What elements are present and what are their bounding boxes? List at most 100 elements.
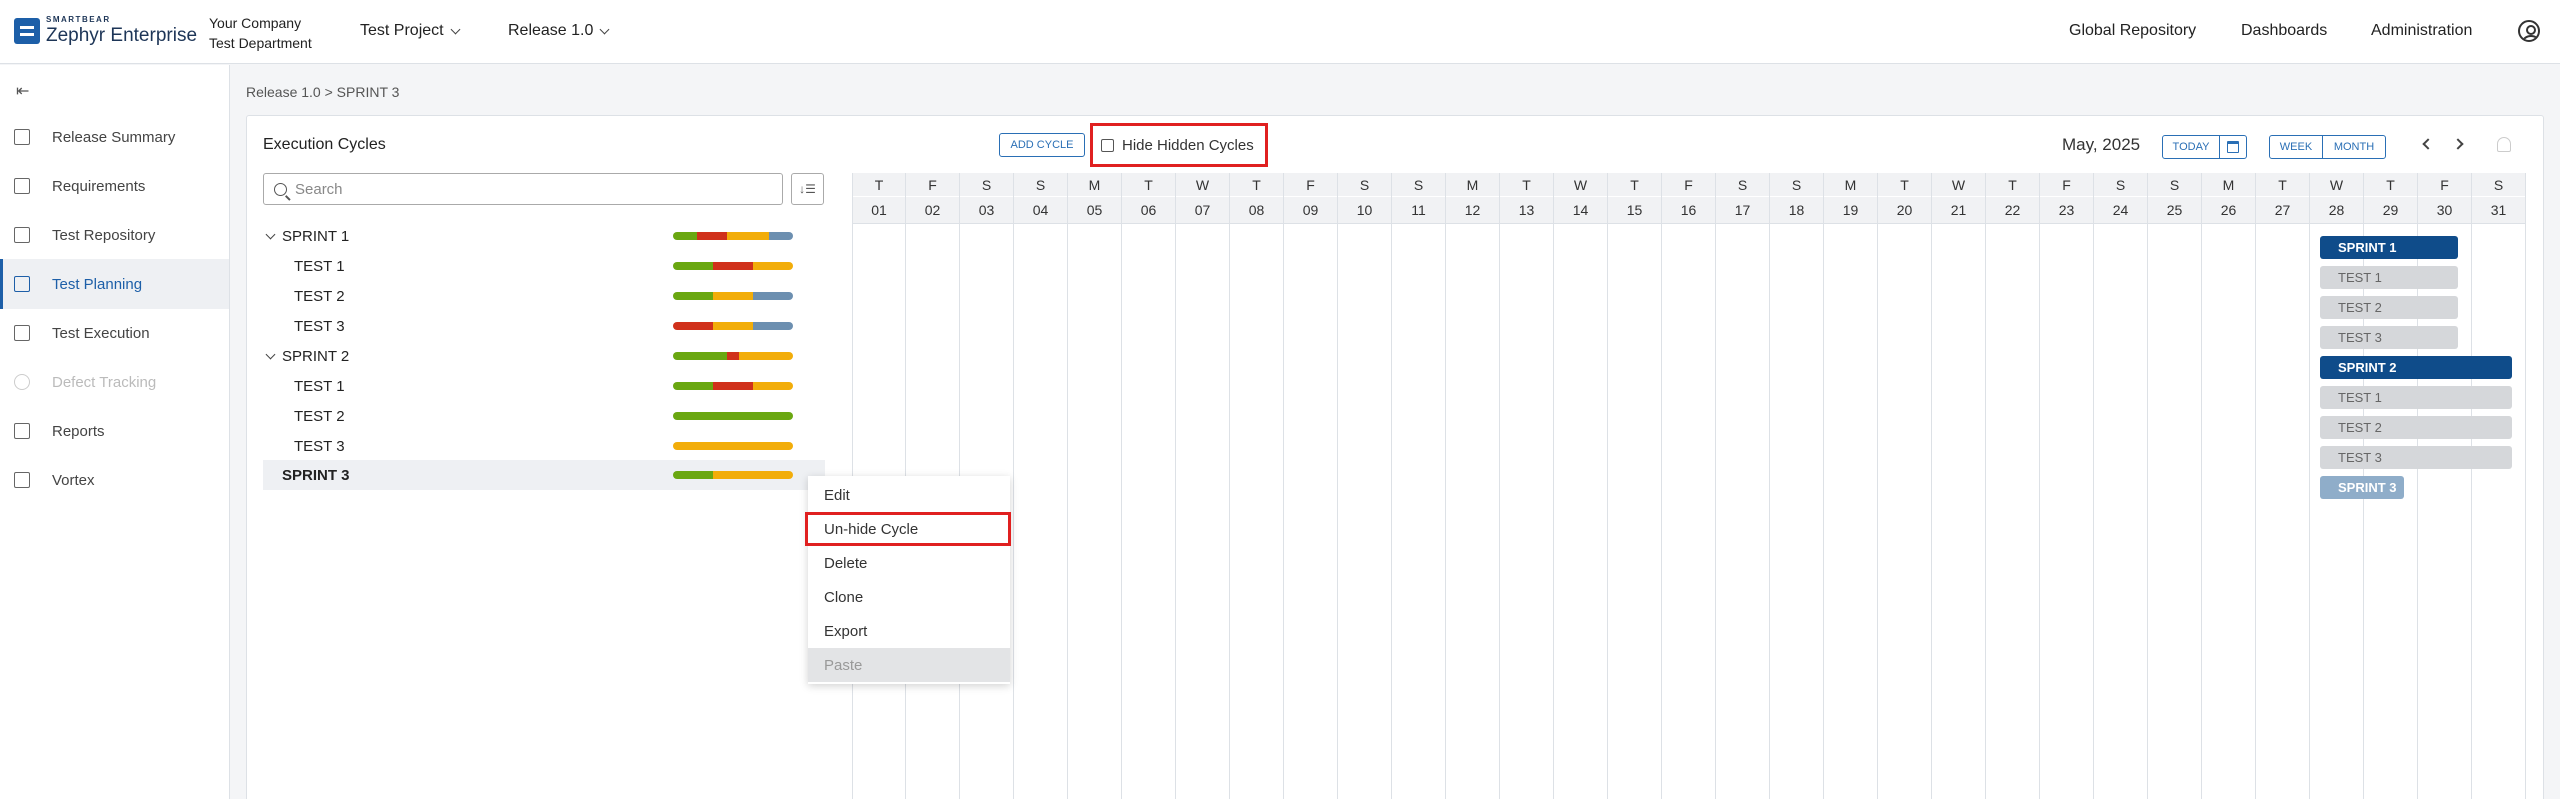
calendar-bar-test[interactable]: TEST 2 [2320,296,2458,319]
calendar-bar-sprint-h[interactable]: SPRINT 3 [2320,476,2404,499]
progress-segment-yellow [753,382,793,390]
week-view-button[interactable]: WEEK [2269,135,2323,159]
phase-row[interactable]: TEST 1 [263,371,825,401]
add-cycle-button[interactable]: ADD CYCLE [999,133,1085,157]
calendar-bar-test[interactable]: TEST 3 [2320,326,2458,349]
chevron-down-icon[interactable] [265,349,276,359]
phase-row[interactable]: TEST 3 [263,431,825,461]
progress-segment-blue [753,292,793,300]
calendar-bar-sprint[interactable]: SPRINT 1 [2320,236,2458,259]
calendar-day-column: W 21 [1932,173,1986,799]
calendar-day-column: W 07 [1176,173,1230,799]
day-of-week: M [2202,173,2255,197]
collapse-sidebar-icon[interactable]: ⇤ [16,81,29,101]
progress-bar [673,471,793,479]
calendar-day-column: F 23 [2040,173,2094,799]
day-of-week: T [1122,173,1175,197]
breadcrumb: Release 1.0 > SPRINT 3 [246,84,400,100]
brand-main: Zephyr Enterprise [46,25,198,46]
tree-row-label: TEST 2 [294,407,345,425]
day-of-week: F [2418,173,2471,197]
context-menu-un-hide-cycle[interactable]: Un-hide Cycle [805,512,1011,546]
sidebar-item-requirements[interactable]: Requirements [0,161,229,211]
cycle-row[interactable]: SPRINT 2 [263,341,825,371]
search-input[interactable] [295,180,765,198]
sidebar-item-test-repository[interactable]: Test Repository [0,210,229,260]
hide-hidden-checkbox[interactable] [1101,138,1114,152]
day-of-week: M [1068,173,1121,197]
day-date: 11 [1392,197,1445,224]
sidebar-item-label: Reports [52,422,105,440]
sidebar-item-release-summary[interactable]: Release Summary [0,112,229,162]
sidebar-item-reports[interactable]: Reports [0,406,229,456]
day-of-week: T [1500,173,1553,197]
nav-administration[interactable]: Administration [2371,22,2472,40]
day-date: 22 [1986,197,2039,224]
day-of-week: S [1392,173,1445,197]
chevron-down-icon[interactable] [265,229,276,239]
sort-icon: ↓☰ [799,182,816,196]
department-name: Test Department [209,35,312,51]
sidebar-item-label: Requirements [52,177,146,195]
day-date: 16 [1662,197,1715,224]
progress-segment-red [727,352,739,360]
day-of-week: F [906,173,959,197]
sidebar-item-test-planning[interactable]: Test Planning [0,259,229,309]
nav-global-repository[interactable]: Global Repository [2069,22,2196,40]
month-view-button[interactable]: MONTH [2322,135,2386,159]
release-dropdown[interactable]: Release 1.0 [508,22,610,40]
day-date: 07 [1176,197,1229,224]
sidebar-item-vortex[interactable]: Vortex [0,455,229,505]
sidebar-item-test-execution[interactable]: Test Execution [0,308,229,358]
folder-icon [14,227,30,243]
nav-dashboards[interactable]: Dashboards [2241,22,2327,40]
sidebar-item-label: Release Summary [52,128,176,146]
search-box[interactable] [263,173,783,205]
day-date: 15 [1608,197,1661,224]
day-of-week: S [1014,173,1067,197]
context-menu-export[interactable]: Export [808,614,1010,648]
calendar-day-column: T 08 [1230,173,1284,799]
calendar-day-column: S 25 [2148,173,2202,799]
user-profile-icon[interactable] [2518,20,2540,42]
calendar-bar-test[interactable]: TEST 2 [2320,416,2512,439]
calendar-bar-test[interactable]: TEST 1 [2320,266,2458,289]
top-header: SMARTBEAR Zephyr Enterprise Your Company… [0,0,2560,64]
calendar-day-column: S 17 [1716,173,1770,799]
calendar-day-column: T 20 [1878,173,1932,799]
day-of-week: F [1662,173,1715,197]
context-menu-edit[interactable]: Edit [808,478,1010,512]
phase-row[interactable]: TEST 2 [263,401,825,431]
context-menu-delete[interactable]: Delete [808,546,1010,580]
calendar-day-column: S 11 [1392,173,1446,799]
phase-row[interactable]: TEST 3 [263,311,825,341]
bug-icon [14,374,30,390]
day-of-week: W [1176,173,1229,197]
cycle-row[interactable]: SPRINT 3 [263,460,825,490]
phase-row[interactable]: TEST 2 [263,281,825,311]
day-of-week: M [1446,173,1499,197]
tree-row-label: TEST 3 [294,437,345,455]
hide-hidden-cycles-toggle[interactable]: Hide Hidden Cycles [1090,123,1268,167]
calendar-day-column: M 26 [2202,173,2256,799]
phase-row[interactable]: TEST 1 [263,251,825,281]
bell-icon[interactable] [2497,137,2511,152]
calendar-day-column: T 27 [2256,173,2310,799]
sidebar: ⇤ Release Summary Requirements Test Reposi… [0,65,230,799]
sort-button[interactable]: ↓☰ [791,173,824,205]
calendar-bar-test[interactable]: TEST 1 [2320,386,2512,409]
progress-bar [673,412,793,420]
calendar-bar-test[interactable]: TEST 3 [2320,446,2512,469]
day-of-week: S [1338,173,1391,197]
context-menu-clone[interactable]: Clone [808,580,1010,614]
day-date: 31 [2472,197,2525,224]
sidebar-item-label: Test Planning [52,275,143,293]
tree-row-label: TEST 1 [294,257,345,275]
progress-segment-yellow [727,232,769,240]
today-button[interactable]: TODAY [2162,135,2220,159]
date-picker-button[interactable] [2219,135,2247,159]
cycle-row[interactable]: SPRINT 1 [263,221,825,251]
brand-logo[interactable]: SMARTBEAR Zephyr Enterprise [14,16,197,45]
project-dropdown[interactable]: Test Project [360,22,461,40]
calendar-bar-sprint[interactable]: SPRINT 2 [2320,356,2512,379]
